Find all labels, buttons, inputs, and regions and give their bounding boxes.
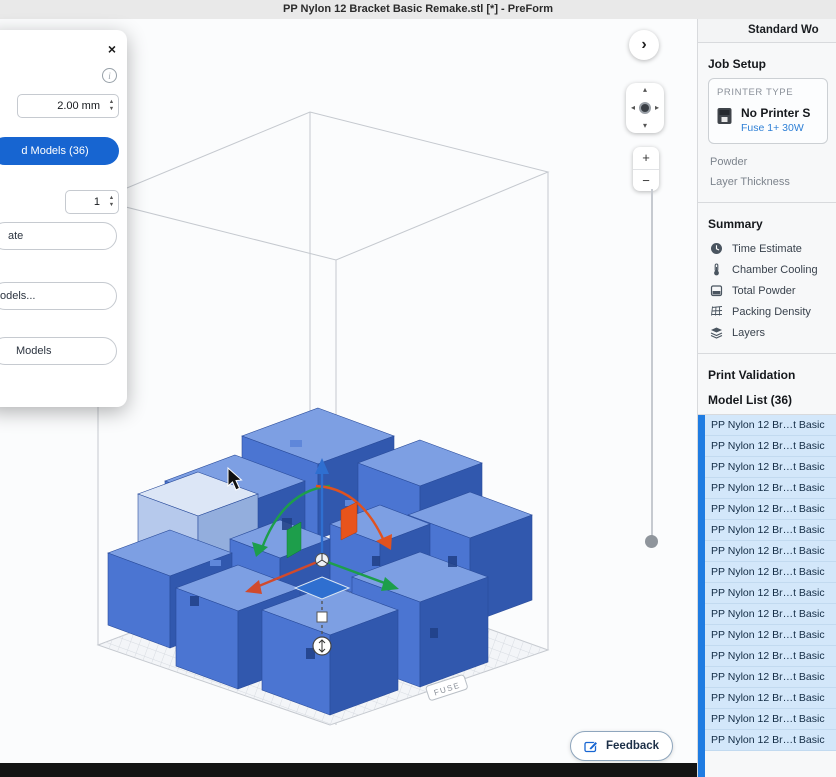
bottom-toolbar	[0, 763, 697, 777]
view-orbit-icon[interactable]	[639, 102, 651, 114]
model-list-selection-strip[interactable]	[698, 415, 705, 777]
preform-window: PP Nylon 12 Bracket Basic Remake.stl [*]…	[0, 0, 836, 777]
nav-left-icon[interactable]: ◂	[631, 104, 635, 112]
summary-chamber-cooling: Chamber Cooling	[698, 259, 836, 280]
duplicate-button[interactable]: ate	[0, 222, 117, 250]
feedback-label: Feedback	[606, 740, 659, 752]
zoom-in-button[interactable]: +	[633, 147, 659, 170]
spacing-value[interactable]: 2.00 mm	[18, 100, 105, 112]
stepper-up-icon[interactable]: ▲	[109, 100, 114, 105]
model-list-item[interactable]: PP Nylon 12 Br…t Basic	[698, 604, 836, 625]
printer-model-link[interactable]: Fuse 1+ 30W	[741, 122, 810, 134]
count-value[interactable]: 1	[66, 196, 105, 208]
summary-packing-density: Packing Density	[698, 301, 836, 322]
stepper-up-icon[interactable]: ▲	[109, 196, 114, 201]
expand-panel-button[interactable]: ›	[629, 30, 659, 60]
model-list-item[interactable]: PP Nylon 12 Br…t Basic	[698, 520, 836, 541]
layer-thickness-label: Layer Thickness	[698, 172, 836, 192]
zoom-out-button[interactable]: −	[633, 170, 659, 192]
count-stepper[interactable]: 1 ▲ ▼	[65, 190, 119, 214]
window-title: PP Nylon 12 Bracket Basic Remake.stl [*]…	[0, 0, 836, 20]
summary-heading: Summary	[698, 203, 836, 238]
model-list-item[interactable]: PP Nylon 12 Br…t Basic	[698, 457, 836, 478]
summary-time-estimate: Time Estimate	[698, 238, 836, 259]
model-list-item[interactable]: PP Nylon 12 Br…t Basic	[698, 688, 836, 709]
workspace-title: Standard Wo	[698, 19, 836, 43]
spacing-stepper[interactable]: 2.00 mm ▲ ▼	[17, 94, 119, 118]
summary-layers: Layers	[698, 322, 836, 343]
summary-label: Packing Density	[732, 306, 811, 318]
job-setup-heading: Job Setup	[698, 43, 836, 78]
feedback-icon	[584, 739, 599, 754]
printer-type-card[interactable]: PRINTER TYPE No Printer S Fuse 1+ 30W	[708, 78, 828, 144]
stepper-down-icon[interactable]: ▼	[109, 203, 114, 208]
feedback-button[interactable]: Feedback	[570, 731, 673, 761]
summary-total-powder: Total Powder	[698, 280, 836, 301]
job-setup-panel: Standard Wo Job Setup PRINTER TYPE No Pr…	[697, 19, 836, 777]
model-list-item[interactable]: PP Nylon 12 Br…t Basic	[698, 499, 836, 520]
model-list-item[interactable]: PP Nylon 12 Br…t Basic	[698, 541, 836, 562]
model-list-item[interactable]: PP Nylon 12 Br…t Basic	[698, 667, 836, 688]
model-list-item[interactable]: PP Nylon 12 Br…t Basic	[698, 436, 836, 457]
view-navigation-pad[interactable]: ▴ ◂ ▸ ▾	[626, 83, 664, 133]
thermometer-icon	[710, 263, 723, 276]
pack-models-button[interactable]: d Models (36)	[0, 137, 119, 165]
model-list-item[interactable]: PP Nylon 12 Br…t Basic	[698, 478, 836, 499]
clock-icon	[710, 242, 723, 255]
powder-label: Powder	[698, 152, 836, 172]
model-list: PP Nylon 12 Br…t Basic PP Nylon 12 Br…t …	[698, 414, 836, 751]
close-icon[interactable]: ×	[108, 41, 116, 57]
model-list-item[interactable]: PP Nylon 12 Br…t Basic	[698, 415, 836, 436]
select-models-button[interactable]: odels...	[0, 282, 117, 310]
model-list-item[interactable]: PP Nylon 12 Br…t Basic	[698, 730, 836, 751]
zoom-slider-track[interactable]	[651, 189, 653, 541]
summary-label: Time Estimate	[732, 243, 802, 255]
nav-up-icon[interactable]: ▴	[643, 86, 647, 94]
packing-dialog: × i 2.00 mm ▲ ▼ d Models (36) 1 ▲ ▼ ate …	[0, 30, 127, 407]
nav-down-icon[interactable]: ▾	[643, 122, 647, 130]
model-list-item[interactable]: PP Nylon 12 Br…t Basic	[698, 646, 836, 667]
summary-label: Chamber Cooling	[732, 264, 818, 276]
model-list-item[interactable]: PP Nylon 12 Br…t Basic	[698, 562, 836, 583]
zoom-slider-handle[interactable]	[645, 535, 658, 548]
printer-type-label: PRINTER TYPE	[717, 87, 819, 98]
stepper-down-icon[interactable]: ▼	[109, 107, 114, 112]
model-list-heading[interactable]: Model List (36)	[698, 389, 836, 414]
grid-icon	[710, 305, 723, 318]
summary-label: Total Powder	[732, 285, 796, 297]
info-icon[interactable]: i	[102, 68, 117, 83]
print-validation-heading[interactable]: Print Validation	[698, 354, 836, 389]
printer-name: No Printer S	[741, 106, 810, 120]
model-list-item[interactable]: PP Nylon 12 Br…t Basic	[698, 625, 836, 646]
printer-icon	[717, 106, 733, 126]
model-list-item[interactable]: PP Nylon 12 Br…t Basic	[698, 583, 836, 604]
model-list-item[interactable]: PP Nylon 12 Br…t Basic	[698, 709, 836, 730]
layers-icon	[710, 326, 723, 339]
zoom-control[interactable]: + −	[633, 147, 659, 191]
summary-label: Layers	[732, 327, 765, 339]
models-button[interactable]: Models	[0, 337, 117, 365]
powder-icon	[710, 284, 723, 297]
nav-right-icon[interactable]: ▸	[655, 104, 659, 112]
